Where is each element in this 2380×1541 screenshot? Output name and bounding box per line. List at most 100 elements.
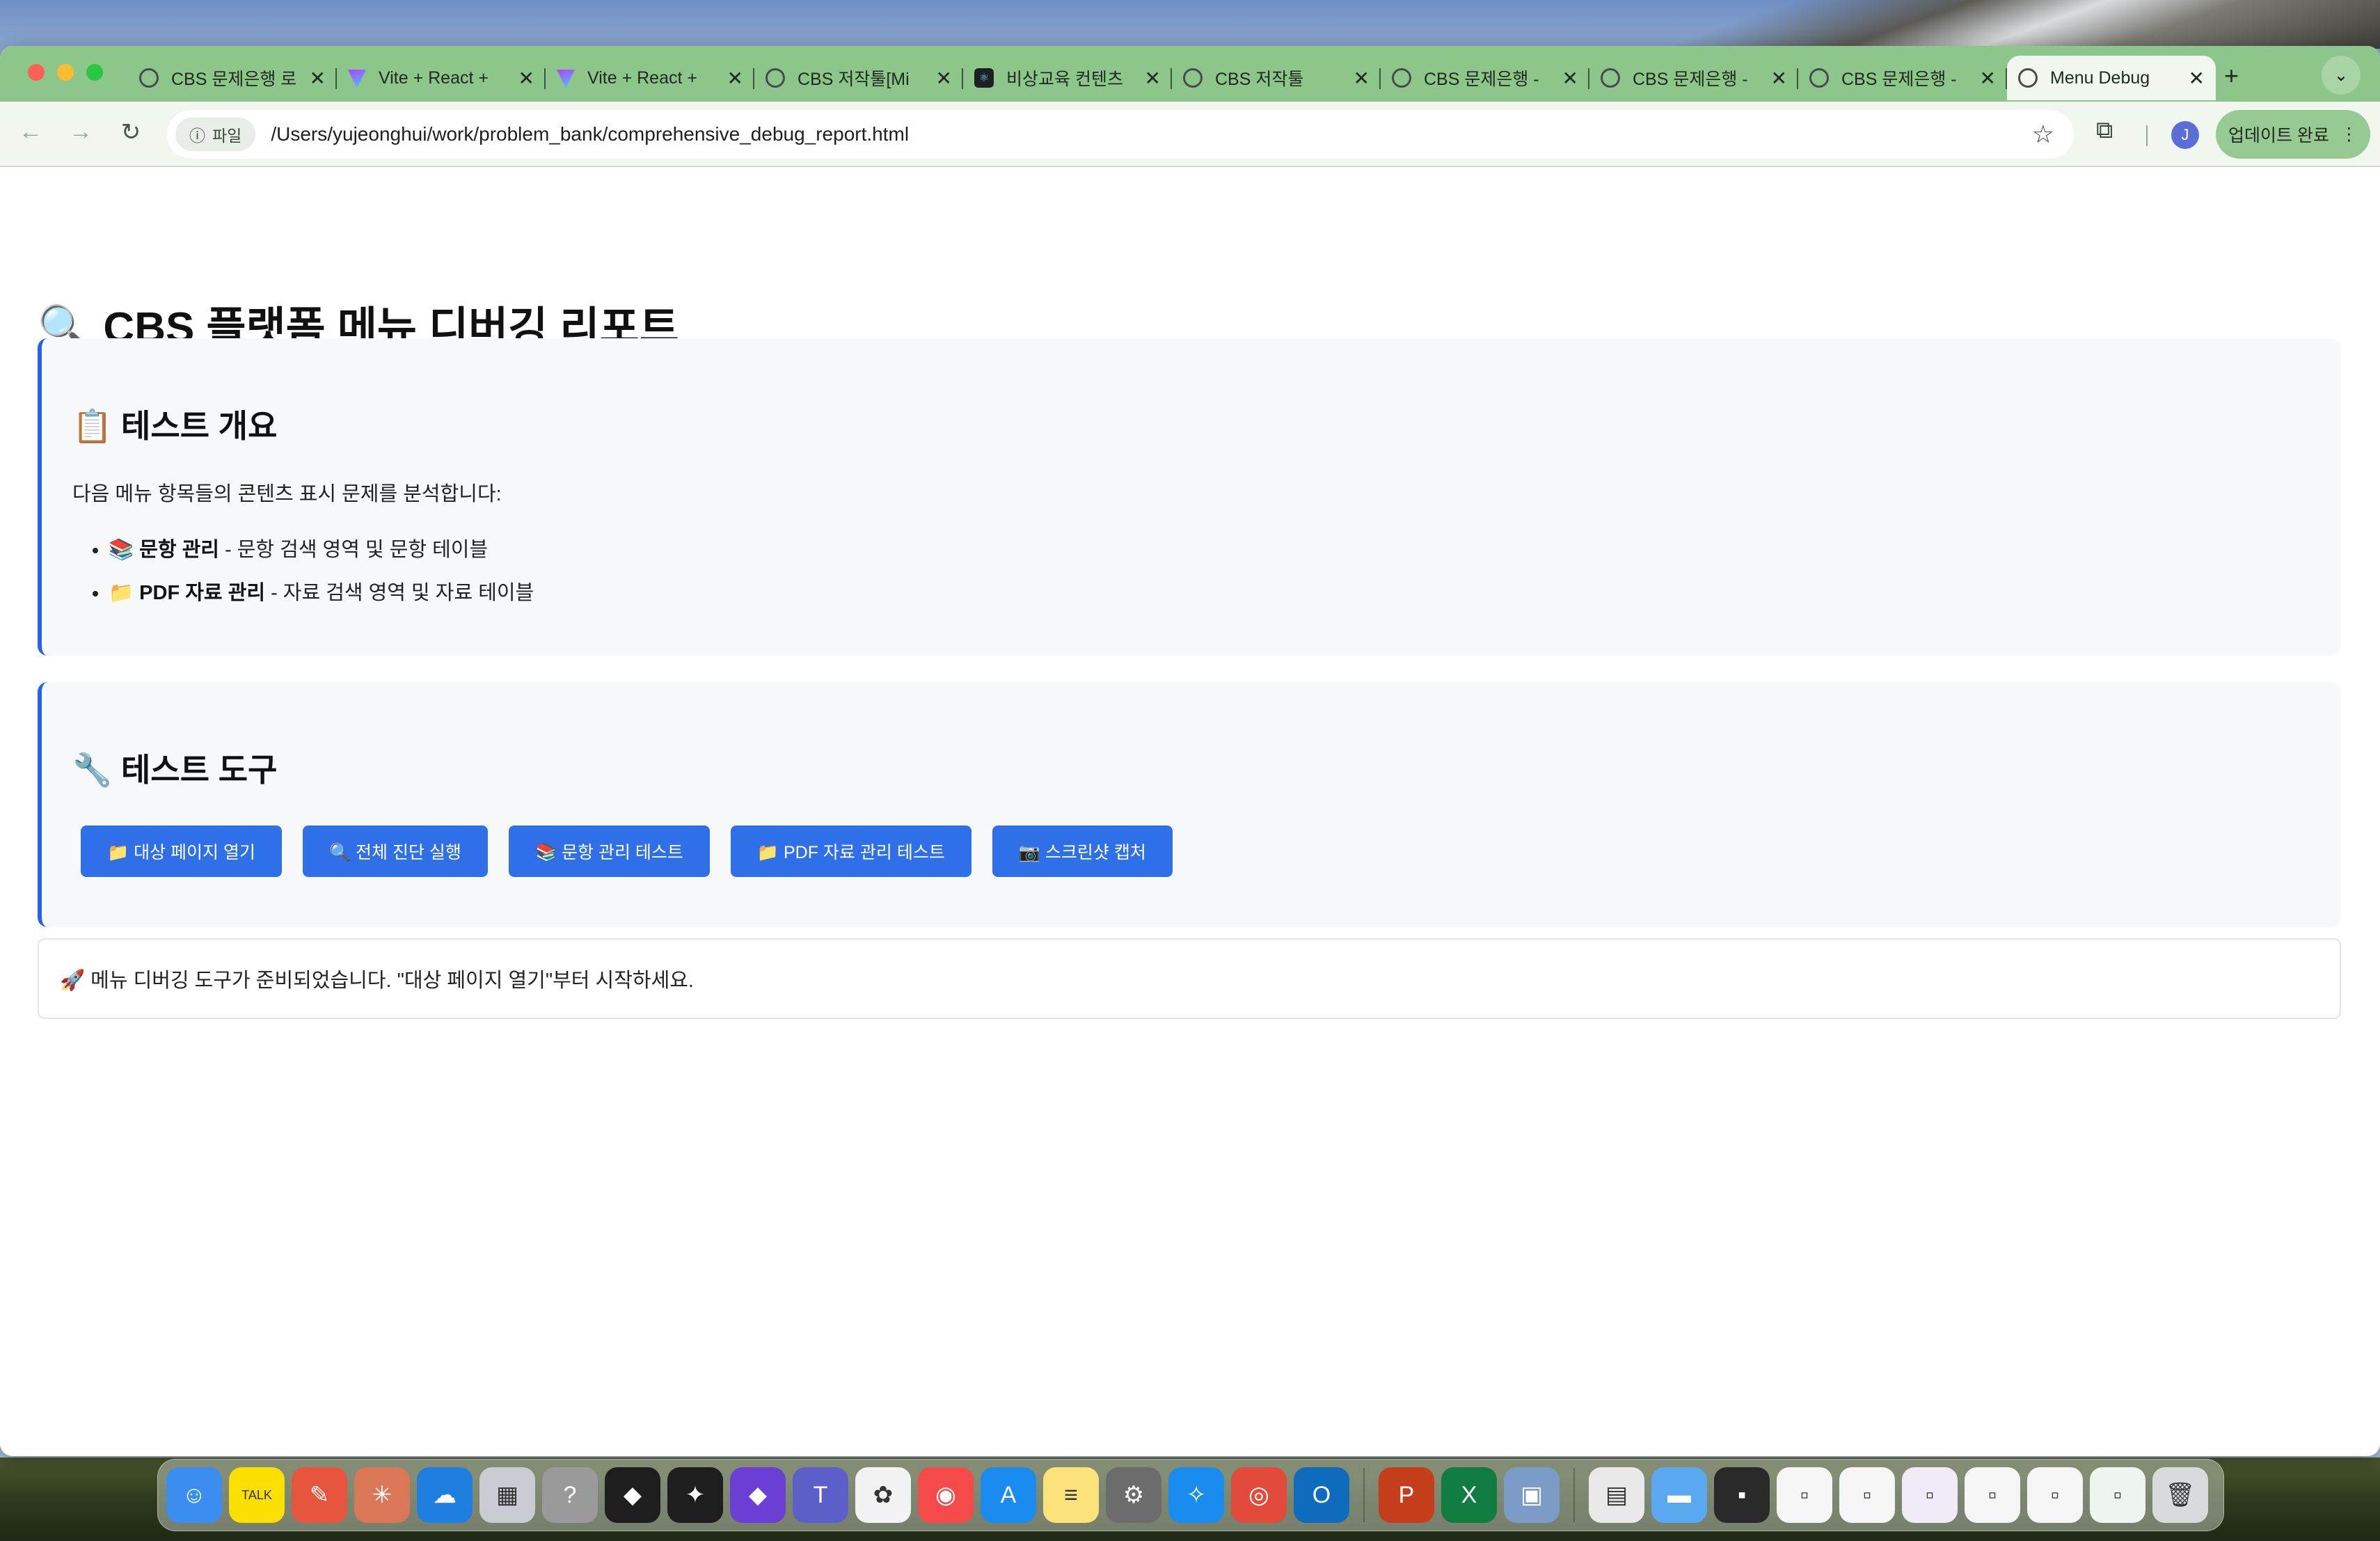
forward-button[interactable]: → [60,118,102,146]
tab-title: CBS 문제은행 - [1633,70,1748,89]
macos-dock: ☺ TALK ✎ ✳ ☁ ▦? ◆ ✦ ◆ T ✿ ◉ A ≡ ⚙ ✧ ◎ O P X ▣ ▤ ▬ ▪ ▫ ▫ ▫ ▫ ▫ ▫ 🗑 [157,1459,2224,1531]
window-thumb-icon[interactable]: ▫ [1777,1467,1832,1523]
onedrive-icon[interactable]: ☁ [417,1467,473,1523]
overview-list: 📚 문항 관리 - 문항 검색 영역 및 문항 테이블 📁 PDF 자료 관리 -… [109,533,534,619]
menu-item-name: PDF 자료 관리 [139,582,266,604]
reload-button[interactable]: ↻ [110,118,152,146]
video-app-icon[interactable]: ◉ [918,1467,974,1523]
outlook-icon[interactable]: O [1294,1467,1349,1523]
extensions-icon[interactable]: ⧉ [2096,117,2113,144]
info-icon: ⓘ [189,127,205,145]
run-full-diagnosis-button[interactable]: 🔍 전체 진단 실행 [302,825,488,877]
tab-list: CBS 문제은행 로 ✕ Vite + React + ✕ Vite + React +… [128,56,2216,100]
excel-icon[interactable]: X [1441,1467,1497,1523]
tab-close-icon[interactable]: ✕ [1980,67,1996,90]
browser-tab[interactable]: Menu Debug ✕ [2007,56,2216,100]
browser-tab[interactable]: Vite + React + ✕ [546,56,754,100]
window-thumb-icon[interactable]: ▫ [2027,1467,2083,1523]
browser-toolbar: ← → ↻ ⓘ 파일 /Users/yujeonghui/work/proble… [0,102,2380,167]
tab-close-icon[interactable]: ✕ [1145,67,1161,90]
obsidian-icon[interactable]: ◆ [730,1467,786,1523]
tab-close-icon[interactable]: ✕ [1562,67,1578,90]
vite-icon [348,70,366,88]
kakaotalk-icon[interactable]: TALK [229,1467,285,1523]
tab-close-icon[interactable]: ✕ [936,67,952,90]
chrome-icon[interactable]: ◎ [1231,1467,1287,1523]
address-bar[interactable]: ⓘ 파일 /Users/yujeonghui/work/problem_bank… [167,110,2074,159]
desktop-wallpaper [1615,0,2380,49]
url-text[interactable]: /Users/yujeonghui/work/problem_bank/comp… [271,123,2031,145]
site-info-chip[interactable]: ⓘ 파일 [175,118,256,151]
trash-icon[interactable]: 🗑 [2152,1467,2208,1523]
kebab-menu-icon: ⋮ [2340,125,2358,144]
folder-icon[interactable]: ▬ [1651,1467,1707,1523]
open-target-page-button[interactable]: 📁 대상 페이지 열기 [81,825,282,877]
browser-tab[interactable]: ⚛ 비상교육 컨텐츠 ✕ [963,56,1172,100]
claude-icon[interactable]: ✳ [354,1467,410,1523]
powerpoint-icon[interactable]: P [1379,1467,1434,1523]
books-icon: 📚 [109,539,134,561]
browser-tab[interactable]: CBS 저작툴 ✕ [1172,56,1381,100]
tab-title: 비상교육 컨텐츠 [1006,70,1123,89]
window-thumb-icon[interactable]: ▫ [2090,1467,2145,1523]
globe-icon [1809,68,1829,88]
browser-tab[interactable]: CBS 문제은행 - ✕ [1589,56,1798,100]
finder-icon[interactable]: ☺ [166,1467,222,1523]
tab-close-icon[interactable]: ✕ [518,67,534,90]
close-window-button[interactable] [28,64,45,81]
profile-avatar[interactable]: J [2171,121,2199,149]
window-thumb-icon[interactable]: ▫ [1902,1467,1958,1523]
cursor-icon[interactable]: ◆ [605,1467,660,1523]
browser-tab[interactable]: CBS 문제은행 - ✕ [1381,56,1589,100]
update-button[interactable]: 업데이트 완료 ⋮ [2216,110,2370,159]
help-icon[interactable]: ? [542,1467,598,1523]
browser-tab[interactable]: Vite + React + ✕ [337,56,546,100]
browser-tab[interactable]: CBS 문제은행 로 ✕ [128,56,337,100]
overview-list-item: 📚 문항 관리 - 문항 검색 영역 및 문항 테이블 [109,533,534,562]
zoom-window-button[interactable] [86,64,103,81]
site-info-label: 파일 [212,127,242,145]
new-tab-button[interactable]: + [2224,61,2239,90]
pdf-file-icon[interactable]: ▤ [1589,1467,1644,1523]
safari-icon[interactable]: ✧ [1168,1467,1224,1523]
minimize-window-button[interactable] [57,64,74,81]
window-thumb-icon[interactable]: ▫ [1965,1467,2020,1523]
preview-icon[interactable]: ▣ [1504,1467,1560,1523]
photos-icon[interactable]: ✿ [855,1467,911,1523]
folder-icon: 📁 [109,582,134,604]
bookmark-star-icon[interactable]: ☆ [2032,120,2054,149]
figma-icon[interactable]: ✦ [667,1467,723,1523]
test-pdf-management-button[interactable]: 📁 PDF 자료 관리 테스트 [730,825,971,877]
notes-icon[interactable]: ≡ [1043,1467,1099,1523]
terminal-window-icon[interactable]: ▪ [1714,1467,1770,1523]
pen-app-icon[interactable]: ✎ [292,1467,347,1523]
globe-icon [139,68,159,88]
overview-intro: 다음 메뉴 항목들의 콘텐츠 표시 문제를 분석합니다: [72,483,502,505]
test-question-management-button[interactable]: 📚 문항 관리 테스트 [508,825,710,877]
tab-close-icon[interactable]: ✕ [1771,67,1787,90]
status-message: 🚀 메뉴 디버깅 도구가 준비되었습니다. "대상 페이지 열기"부터 시작하세… [38,938,2341,1019]
launchpad-icon[interactable]: ▦ [479,1467,535,1523]
tab-close-icon[interactable]: ✕ [1354,67,1370,90]
tab-title: CBS 문제은행 - [1841,70,1957,89]
tab-close-icon[interactable]: ✕ [727,67,743,90]
tab-search-button[interactable]: ⌄ [2322,56,2361,95]
tools-card: 🔧 테스트 도구 📁 대상 페이지 열기 🔍 전체 진단 실행 📚 문항 관리 테스… [38,682,2341,927]
back-button[interactable]: ← [10,118,51,146]
tool-button-row: 📁 대상 페이지 열기 🔍 전체 진단 실행 📚 문항 관리 테스트 📁 PDF 자료… [81,825,1173,877]
teams-icon[interactable]: T [793,1467,848,1523]
system-settings-icon[interactable]: ⚙ [1106,1467,1161,1523]
capture-screenshot-button[interactable]: 📷 스크린샷 캡처 [992,825,1173,877]
overview-list-item: 📁 PDF 자료 관리 - 자료 검색 영역 및 자료 테이블 [109,576,534,606]
browser-tab[interactable]: CBS 저작툴[Mi ✕ [754,56,963,100]
window-thumb-icon[interactable]: ▫ [1839,1467,1895,1523]
menu-item-description: - 자료 검색 영역 및 자료 테이블 [265,582,534,604]
tab-close-icon[interactable]: ✕ [2189,67,2205,90]
vite-icon [557,70,575,88]
tools-heading: 🔧 테스트 도구 [72,752,278,788]
app-store-icon[interactable]: A [981,1467,1036,1523]
browser-tab[interactable]: CBS 문제은행 - ✕ [1798,56,2007,100]
globe-icon [1601,68,1620,88]
tab-close-icon[interactable]: ✕ [310,67,326,90]
tab-title: Vite + React + [379,68,489,88]
